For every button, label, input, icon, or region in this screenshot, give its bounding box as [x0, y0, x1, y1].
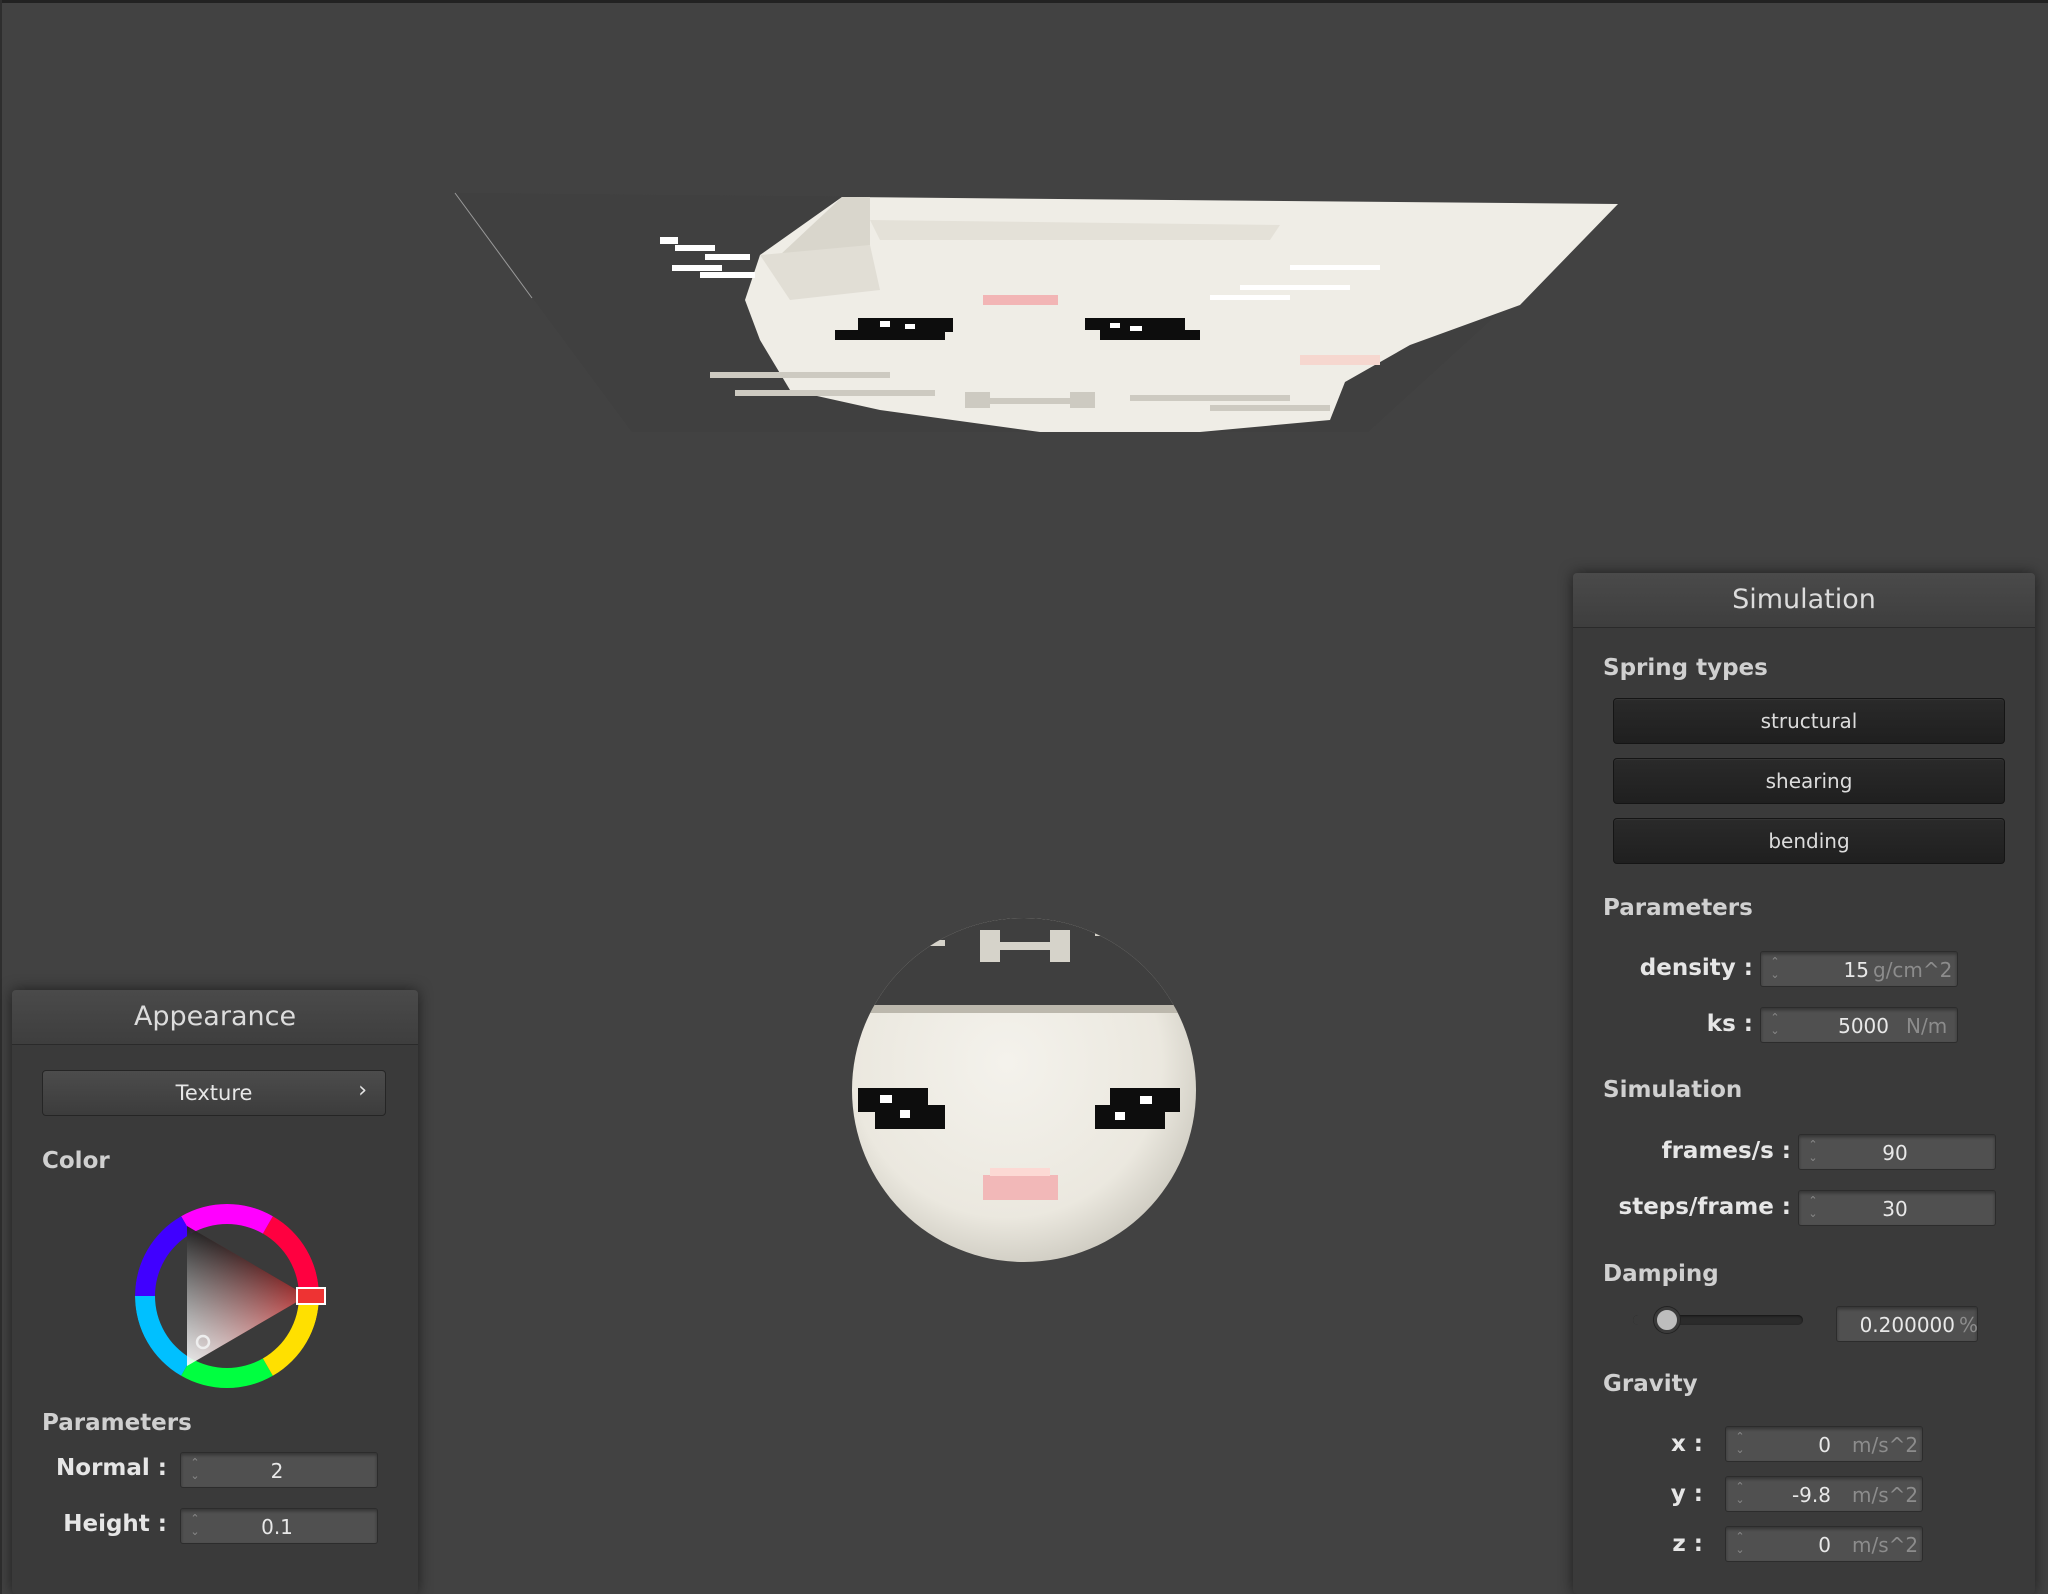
spinner-icon[interactable]: ⌃ ⌄ [1734, 1480, 1746, 1506]
spinner-icon[interactable]: ⌃ ⌄ [189, 1456, 201, 1482]
gravity-z-label: z : [1672, 1531, 1703, 1557]
spring-types-label: Spring types [1603, 655, 1768, 681]
damping-unit: % [1959, 1313, 1979, 1337]
appearance-parameters-label: Parameters [42, 1410, 192, 1436]
gravity-y-value: -9.8 [1791, 1483, 1831, 1507]
gravity-x-field[interactable]: ⌃ ⌄ 0 m/s^2 [1725, 1426, 1923, 1462]
spinner-icon[interactable]: ⌃ ⌄ [1734, 1430, 1746, 1456]
damping-slider-knob[interactable] [1654, 1307, 1680, 1333]
damping-label: Damping [1603, 1261, 1719, 1287]
density-label: density : [1639, 955, 1753, 981]
simulation-section-label: Simulation [1603, 1077, 1743, 1103]
texture-button-label: Texture [175, 1081, 253, 1105]
spinner-icon[interactable]: ⌃ ⌄ [1734, 1530, 1746, 1556]
fps-field[interactable]: ⌃ ⌄ 90 [1798, 1134, 1996, 1170]
fps-label: frames/s : [1661, 1138, 1791, 1164]
gravity-x-value: 0 [1818, 1433, 1831, 1457]
density-unit: g/cm^2 [1873, 958, 1953, 982]
simulation-panel: Simulation Spring types structural shear… [1573, 573, 2035, 1594]
steps-value: 30 [1882, 1197, 1908, 1221]
gravity-z-unit: m/s^2 [1852, 1533, 1919, 1557]
gravity-z-value: 0 [1818, 1533, 1831, 1557]
gravity-y-field[interactable]: ⌃ ⌄ -9.8 m/s^2 [1725, 1476, 1923, 1512]
appearance-title: Appearance [12, 990, 418, 1045]
shearing-button[interactable]: shearing [1613, 758, 2005, 804]
gravity-label: Gravity [1603, 1371, 1698, 1397]
ks-field[interactable]: ⌃ ⌄ 5000 N/m [1760, 1007, 1958, 1043]
normal-label: Normal : [56, 1455, 167, 1481]
steps-field[interactable]: ⌃ ⌄ 30 [1798, 1190, 1996, 1226]
spinner-icon[interactable]: ⌃ ⌄ [1807, 1194, 1819, 1220]
damping-slider[interactable] [1633, 1307, 1803, 1333]
hue-marker[interactable] [296, 1287, 326, 1305]
gravity-x-unit: m/s^2 [1852, 1433, 1919, 1457]
ks-unit: N/m [1906, 1014, 1948, 1038]
density-field[interactable]: ⌃ ⌄ 15 g/cm^2 [1760, 951, 1958, 987]
sim-parameters-label: Parameters [1603, 895, 1753, 921]
height-field[interactable]: ⌃ ⌄ 0.1 [180, 1508, 378, 1544]
spinner-icon[interactable]: ⌃ ⌄ [189, 1512, 201, 1538]
gravity-x-label: x : [1670, 1431, 1703, 1457]
chevron-right-icon: › [358, 1078, 367, 1103]
appearance-panel: Appearance Texture › Color Parameters No… [12, 990, 418, 1594]
bending-button[interactable]: bending [1613, 818, 2005, 864]
texture-button[interactable]: Texture › [42, 1070, 386, 1116]
gravity-y-unit: m/s^2 [1852, 1483, 1919, 1507]
collision-sphere [852, 918, 1196, 1262]
steps-label: steps/frame : [1618, 1194, 1791, 1220]
normal-value: 2 [270, 1459, 284, 1483]
height-value: 0.1 [261, 1515, 293, 1539]
spinner-icon[interactable]: ⌃ ⌄ [1769, 1011, 1781, 1037]
spinner-icon[interactable]: ⌃ ⌄ [1807, 1138, 1819, 1164]
gravity-y-label: y : [1670, 1481, 1703, 1507]
gravity-z-field[interactable]: ⌃ ⌄ 0 m/s^2 [1725, 1526, 1923, 1562]
simulation-title: Simulation [1573, 573, 2035, 628]
ks-label: ks : [1706, 1011, 1753, 1037]
normal-field[interactable]: ⌃ ⌄ 2 [180, 1452, 378, 1488]
height-label: Height : [63, 1511, 167, 1537]
damping-value: 0.200000 [1859, 1313, 1955, 1337]
color-label: Color [42, 1148, 110, 1174]
cloth-mesh [454, 192, 1618, 432]
ks-value: 5000 [1838, 1014, 1889, 1038]
density-value: 15 [1843, 958, 1869, 982]
color-wheel[interactable] [127, 1196, 327, 1396]
structural-button[interactable]: structural [1613, 698, 2005, 744]
damping-field[interactable]: 0.200000 % [1836, 1306, 1978, 1342]
spinner-icon[interactable]: ⌃ ⌄ [1769, 955, 1781, 981]
fps-value: 90 [1882, 1141, 1908, 1165]
